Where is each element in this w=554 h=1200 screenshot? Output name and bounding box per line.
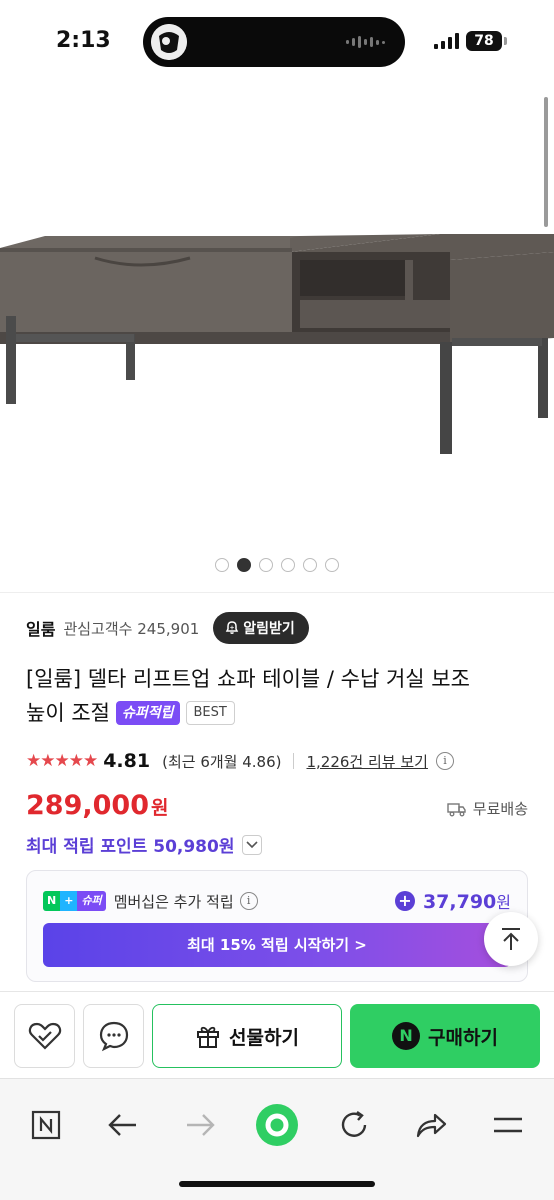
bonus-value: 37,790 xyxy=(422,891,497,913)
store-name[interactable]: 일룸 xyxy=(26,616,55,640)
pagination-dot[interactable] xyxy=(237,558,251,572)
cellular-signal-icon xyxy=(434,33,459,49)
naver-pay-n-icon: N xyxy=(392,1022,421,1050)
audio-wave-icon xyxy=(346,35,385,49)
refresh-icon[interactable] xyxy=(332,1103,376,1147)
pagination-dot[interactable] xyxy=(303,558,317,572)
shipping-info: 무료배송 xyxy=(447,798,528,819)
alert-subscribe-label: 알림받기 xyxy=(243,621,295,637)
store-row: 일룸 관심고객수 245,901 + 알림받기 xyxy=(26,612,309,644)
menu-icon[interactable] xyxy=(486,1103,530,1147)
plus-circle-icon: + xyxy=(394,891,415,911)
pagination-dot[interactable] xyxy=(259,558,273,572)
image-pagination xyxy=(0,558,554,572)
battery-tip xyxy=(504,37,507,45)
gift-label: 선물하기 xyxy=(229,1026,299,1049)
purchase-action-bar: 선물하기 N 구매하기 xyxy=(14,1004,540,1068)
divider xyxy=(0,592,554,593)
pagination-dot[interactable] xyxy=(281,558,295,572)
wishlist-button[interactable] xyxy=(14,1004,75,1068)
heart-check-icon xyxy=(28,1022,61,1050)
product-title-line1: [일룸] 델타 리프트업 쇼파 테이블 / 수납 거실 보조 xyxy=(26,667,470,691)
naver-plus-super-logo: N + 슈퍼 xyxy=(43,891,106,911)
gift-button[interactable]: 선물하기 xyxy=(152,1004,342,1068)
max-points-row[interactable]: 최대 적립 포인트 50,980원 xyxy=(26,832,263,857)
home-indicator xyxy=(179,1181,375,1187)
truck-icon xyxy=(447,802,466,816)
shipping-label: 무료배송 xyxy=(472,800,528,818)
scroll-indicator xyxy=(544,97,548,227)
membership-card: N + 슈퍼 멤버십은 추가 적립 i + 37,790원 최대 15% 적립 시작… xyxy=(26,870,528,982)
star-rating-icon: ★★★★★ xyxy=(26,751,98,771)
max-points-label: 최대 적립 포인트 50,980원 xyxy=(26,837,235,857)
product-image[interactable] xyxy=(0,80,554,550)
now-playing-avatar xyxy=(151,24,187,60)
bell-icon: + xyxy=(226,621,239,634)
chat-bubble-icon xyxy=(99,1021,128,1052)
product-title: [일룸] 델타 리프트업 쇼파 테이블 / 수납 거실 보조 높이 조절 슈퍼적… xyxy=(26,662,536,730)
rating-row: ★★★★★ 4.81 (최근 6개월 4.86) 1,226건 리뷰 보기 i xyxy=(26,748,454,774)
divider xyxy=(0,991,554,992)
chevron-down-icon[interactable] xyxy=(242,834,263,855)
buy-label: 구매하기 xyxy=(428,1026,498,1049)
gift-icon xyxy=(197,1026,220,1048)
bonus-unit: 원 xyxy=(496,893,511,912)
alert-subscribe-button[interactable]: + 알림받기 xyxy=(213,612,309,644)
membership-bonus: + 37,790원 xyxy=(394,889,511,913)
price-unit: 원 xyxy=(150,797,169,819)
status-time: 2:13 xyxy=(56,28,111,53)
battery-icon: 78 xyxy=(466,31,502,51)
start-points-button[interactable]: 최대 15% 적립 시작하기 > xyxy=(43,923,511,967)
membership-info-icon[interactable]: i xyxy=(239,892,258,910)
buy-button[interactable]: N 구매하기 xyxy=(350,1004,540,1068)
n-home-icon[interactable] xyxy=(24,1103,68,1147)
review-link[interactable]: 1,226건 리뷰 보기 xyxy=(306,751,427,772)
rating-recent: (최근 6개월 4.86) xyxy=(162,752,282,771)
pagination-dot[interactable] xyxy=(215,558,229,572)
product-title-line2: 높이 조절 xyxy=(26,701,110,725)
store-interest-count: 관심고객수 245,901 xyxy=(63,619,200,638)
super-points-badge: 슈퍼적립 xyxy=(115,701,180,725)
price: 289,000 원 xyxy=(26,790,168,821)
dynamic-island[interactable] xyxy=(143,17,405,67)
rating-value: 4.81 xyxy=(103,750,151,772)
review-info-icon[interactable]: i xyxy=(435,752,454,770)
status-bar: 2:13 78 xyxy=(0,0,554,80)
scroll-to-top-button[interactable] xyxy=(484,912,538,966)
price-value: 289,000 xyxy=(26,790,149,821)
rating-separator xyxy=(293,753,295,769)
forward-arrow-icon[interactable] xyxy=(178,1103,222,1147)
back-arrow-icon[interactable] xyxy=(101,1103,145,1147)
green-dot-icon[interactable] xyxy=(255,1103,299,1147)
talk-button[interactable] xyxy=(83,1004,144,1068)
share-icon[interactable] xyxy=(409,1103,453,1147)
membership-text: 멤버십은 추가 적립 xyxy=(113,892,234,911)
arrow-up-icon xyxy=(502,928,520,950)
svg-text:+: + xyxy=(230,625,235,632)
best-badge: BEST xyxy=(185,701,235,725)
pagination-dot[interactable] xyxy=(325,558,339,572)
